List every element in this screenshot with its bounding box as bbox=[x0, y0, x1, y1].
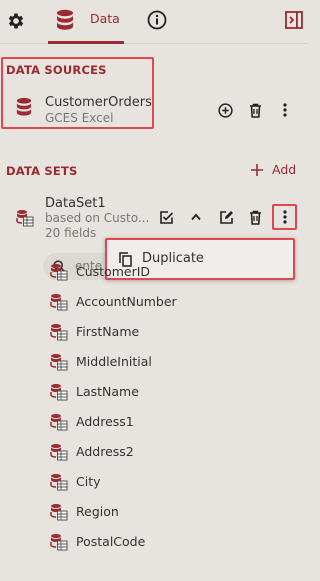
field-label: City bbox=[76, 474, 101, 489]
field-icon bbox=[50, 413, 68, 431]
info-icon bbox=[147, 10, 167, 30]
tab-bar: Data bbox=[0, 0, 308, 44]
chevron-up-icon bbox=[191, 213, 201, 221]
data-set-item[interactable]: DataSet1 based on Custo... 20 fields bbox=[10, 194, 150, 244]
gear-icon bbox=[8, 13, 24, 29]
field-list-item[interactable]: City bbox=[0, 467, 308, 497]
tab-settings[interactable] bbox=[5, 10, 27, 32]
field-icon bbox=[50, 263, 68, 281]
edit-data-set-button[interactable] bbox=[217, 208, 235, 226]
data-source-name: CustomerOrders bbox=[45, 95, 152, 110]
plus-circle-icon bbox=[217, 102, 233, 118]
field-list-item[interactable]: Address1 bbox=[0, 407, 308, 437]
field-list-item[interactable]: LastName bbox=[0, 377, 308, 407]
field-label: PostalCode bbox=[76, 534, 146, 549]
data-source-more-button[interactable] bbox=[276, 101, 294, 119]
field-list-item[interactable]: PostalCode bbox=[0, 527, 308, 557]
trash-icon bbox=[249, 103, 261, 118]
field-list-item[interactable]: CustomerID bbox=[0, 257, 308, 287]
delete-data-source-button[interactable] bbox=[246, 101, 264, 119]
field-list-item[interactable]: FirstName bbox=[0, 317, 308, 347]
plus-icon bbox=[251, 164, 263, 176]
data-set-name: DataSet1 bbox=[45, 196, 106, 211]
field-label: CustomerID bbox=[76, 264, 151, 279]
field-icon bbox=[50, 383, 68, 401]
panel-collapse-icon bbox=[285, 11, 303, 29]
data-source-type: GCES Excel bbox=[45, 111, 114, 125]
field-icon bbox=[50, 503, 68, 521]
field-label: AccountNumber bbox=[76, 294, 177, 309]
data-set-based-on: based on Custo... bbox=[45, 211, 150, 225]
edit-query-button[interactable] bbox=[157, 208, 175, 226]
field-label: Address2 bbox=[76, 444, 134, 459]
field-label: Address1 bbox=[76, 414, 134, 429]
data-sets-title: DATA SETS bbox=[6, 164, 78, 178]
database-icon bbox=[57, 9, 73, 30]
data-set-field-count: 20 fields bbox=[45, 226, 97, 240]
checkbox-edit-icon bbox=[159, 210, 173, 224]
field-list-item[interactable]: MiddleInitial bbox=[0, 347, 308, 377]
data-source-item[interactable]: CustomerOrders GCES Excel bbox=[4, 90, 152, 128]
field-icon bbox=[50, 293, 68, 311]
dataset-table-icon bbox=[16, 210, 34, 227]
more-vertical-icon bbox=[282, 210, 287, 224]
field-icon bbox=[50, 533, 68, 551]
field-list-item[interactable]: AccountNumber bbox=[0, 287, 308, 317]
more-vertical-icon bbox=[283, 103, 287, 117]
field-icon bbox=[50, 353, 68, 371]
database-icon bbox=[16, 97, 32, 116]
field-icon bbox=[50, 473, 68, 491]
field-label: LastName bbox=[76, 384, 139, 399]
tab-data-label: Data bbox=[90, 11, 120, 26]
field-icon bbox=[50, 323, 68, 341]
field-label: FirstName bbox=[76, 324, 140, 339]
trash-icon bbox=[249, 210, 261, 225]
data-sources-title: DATA SOURCES bbox=[6, 63, 107, 77]
data-set-more-button[interactable] bbox=[272, 204, 297, 230]
add-data-set-label: Add bbox=[272, 162, 297, 177]
field-icon bbox=[50, 443, 68, 461]
field-label: MiddleInitial bbox=[76, 354, 152, 369]
add-data-set-button[interactable]: Add bbox=[251, 161, 297, 181]
active-tab-indicator bbox=[48, 41, 124, 44]
delete-data-set-button[interactable] bbox=[246, 208, 264, 226]
pencil-edit-icon bbox=[219, 210, 233, 224]
add-data-source-button[interactable] bbox=[216, 101, 234, 119]
field-label: Region bbox=[76, 504, 119, 519]
field-list-item[interactable]: Region bbox=[0, 497, 308, 527]
collapse-data-set-button[interactable] bbox=[187, 208, 205, 226]
tab-info[interactable] bbox=[146, 9, 168, 31]
collapse-panel-button[interactable] bbox=[284, 10, 304, 30]
field-list-item[interactable]: Address2 bbox=[0, 437, 308, 467]
